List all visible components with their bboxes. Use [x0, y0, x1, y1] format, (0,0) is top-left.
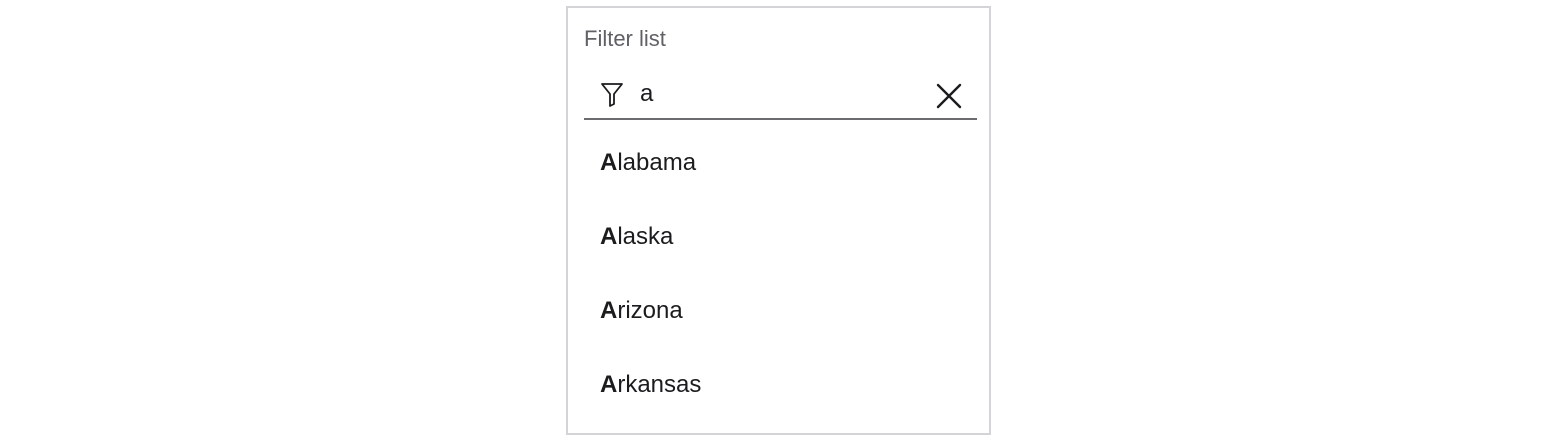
search-input[interactable] — [640, 79, 920, 109]
item-rest-text: rkansas — [617, 371, 702, 398]
filter-search-field[interactable] — [584, 70, 977, 120]
results-list: Alabama Alaska Arizona Arkansas — [568, 126, 989, 422]
close-icon — [936, 83, 962, 109]
list-item[interactable]: Alabama — [568, 126, 989, 200]
item-rest-text: labama — [617, 149, 697, 176]
list-item[interactable]: Alaska — [568, 200, 989, 274]
list-item[interactable]: Arkansas — [568, 348, 989, 422]
list-item[interactable]: Arizona — [568, 274, 989, 348]
match-highlight: A — [600, 149, 618, 176]
match-highlight: A — [600, 223, 618, 250]
match-highlight: A — [600, 371, 618, 398]
panel-title: Filter list — [584, 26, 666, 51]
match-highlight: A — [600, 297, 618, 324]
item-rest-text: laska — [617, 223, 674, 250]
filter-icon — [600, 82, 624, 108]
item-rest-text: rizona — [617, 297, 683, 324]
clear-search-button[interactable] — [935, 82, 963, 110]
filter-list-panel: Filter list Alabama Alaska Arizona Arkan… — [566, 6, 991, 435]
